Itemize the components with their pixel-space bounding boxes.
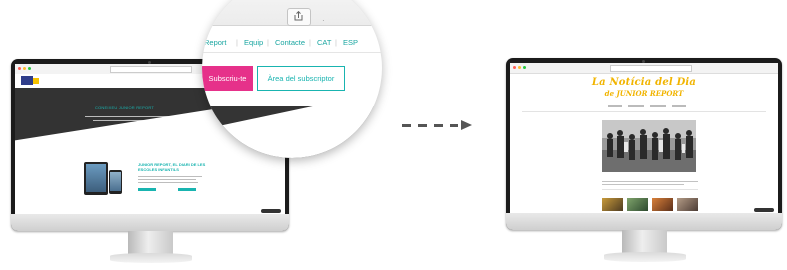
- header-rule: [522, 111, 766, 112]
- nav-item[interactable]: [672, 105, 686, 107]
- nav-separator: |: [267, 38, 269, 47]
- product-title: JUNIOR REPORT, EL DIARI DE LES ESCOLES I…: [138, 162, 205, 172]
- right-monitor-screen: La Notícia del Dia de JUNIOR REPORT: [510, 63, 778, 215]
- site-logo-accent: [33, 78, 39, 84]
- article-thumb[interactable]: [627, 198, 648, 211]
- nav-divider: [202, 52, 382, 53]
- crowd-photo-image: [602, 120, 696, 172]
- product-title-line2: ESCOLES INFANTILS: [138, 167, 179, 172]
- product-text-line: [138, 179, 196, 180]
- product-text-line: [138, 176, 202, 177]
- nav-separator: |: [236, 38, 238, 47]
- headline-text-line: [602, 181, 698, 182]
- magnifier-circle: · Report | Equip | Contacte | CAT | ESP …: [202, 0, 382, 158]
- nav-item-esp[interactable]: ESP: [343, 38, 358, 47]
- arrow-dash: [450, 124, 458, 127]
- arrow-dash: [434, 124, 443, 127]
- nav-item[interactable]: [650, 105, 666, 107]
- minimize-dot-icon[interactable]: [23, 67, 26, 70]
- share-icon: [294, 11, 303, 21]
- nav-item-report[interactable]: Report: [204, 38, 227, 47]
- newspaper-logo-subtitle: de JUNIOR REPORT: [604, 89, 684, 98]
- right-monitor-chin: [506, 213, 782, 230]
- browser-toolbar: [510, 63, 778, 74]
- nav-item[interactable]: [628, 105, 644, 107]
- close-dot-icon[interactable]: [18, 67, 21, 70]
- address-bar[interactable]: [110, 66, 192, 73]
- share-button[interactable]: [287, 8, 311, 26]
- zoom-dot-icon[interactable]: [28, 67, 31, 70]
- article-thumb[interactable]: [602, 198, 623, 211]
- magnified-browser-toolbar: ·: [202, 0, 382, 26]
- minimize-dot-icon[interactable]: [518, 66, 521, 69]
- nav-item[interactable]: [608, 105, 622, 107]
- section-rule: [602, 189, 698, 190]
- arrow-dash: [418, 124, 427, 127]
- site-logo[interactable]: [21, 76, 33, 85]
- zoom-dot-icon[interactable]: [523, 66, 526, 69]
- right-monitor-base: [604, 252, 686, 262]
- headline-photo[interactable]: [602, 120, 696, 172]
- nav-item-equip[interactable]: Equip: [244, 38, 263, 47]
- nav-separator: |: [309, 38, 311, 47]
- article-thumb[interactable]: [652, 198, 673, 211]
- hero-title: CONEIXEU JUNIOR REPORT: [95, 105, 154, 110]
- magnified-nav: Report | Equip | Contacte | CAT | ESP: [202, 36, 382, 50]
- arrow-dash: [402, 124, 411, 127]
- product-button-1[interactable]: [138, 188, 156, 191]
- nav-item-cat[interactable]: CAT: [317, 38, 331, 47]
- newspaper-logo-title[interactable]: La Notícia del Dia: [510, 77, 778, 88]
- headline-text-line: [602, 184, 684, 185]
- chat-widget[interactable]: [754, 208, 774, 212]
- tab-edge: ·: [322, 16, 325, 25]
- tablet-image: [84, 162, 108, 195]
- product-text-line: [138, 182, 198, 183]
- newspaper-nav: [608, 105, 690, 107]
- address-bar[interactable]: [610, 65, 692, 72]
- product-button-2[interactable]: [178, 188, 196, 191]
- subscribe-button[interactable]: Subscriu-te: [202, 66, 253, 91]
- left-monitor-base: [110, 253, 192, 263]
- phone-image: [109, 170, 122, 194]
- subscriber-area-button[interactable]: Àrea del subscriptor: [257, 66, 345, 91]
- left-monitor-chin: [11, 214, 289, 231]
- chat-widget[interactable]: [261, 209, 281, 213]
- close-dot-icon[interactable]: [513, 66, 516, 69]
- nav-separator: |: [335, 38, 337, 47]
- nav-item-contacte[interactable]: Contacte: [275, 38, 305, 47]
- arrow-head-icon: [461, 120, 472, 130]
- article-thumb[interactable]: [677, 198, 698, 211]
